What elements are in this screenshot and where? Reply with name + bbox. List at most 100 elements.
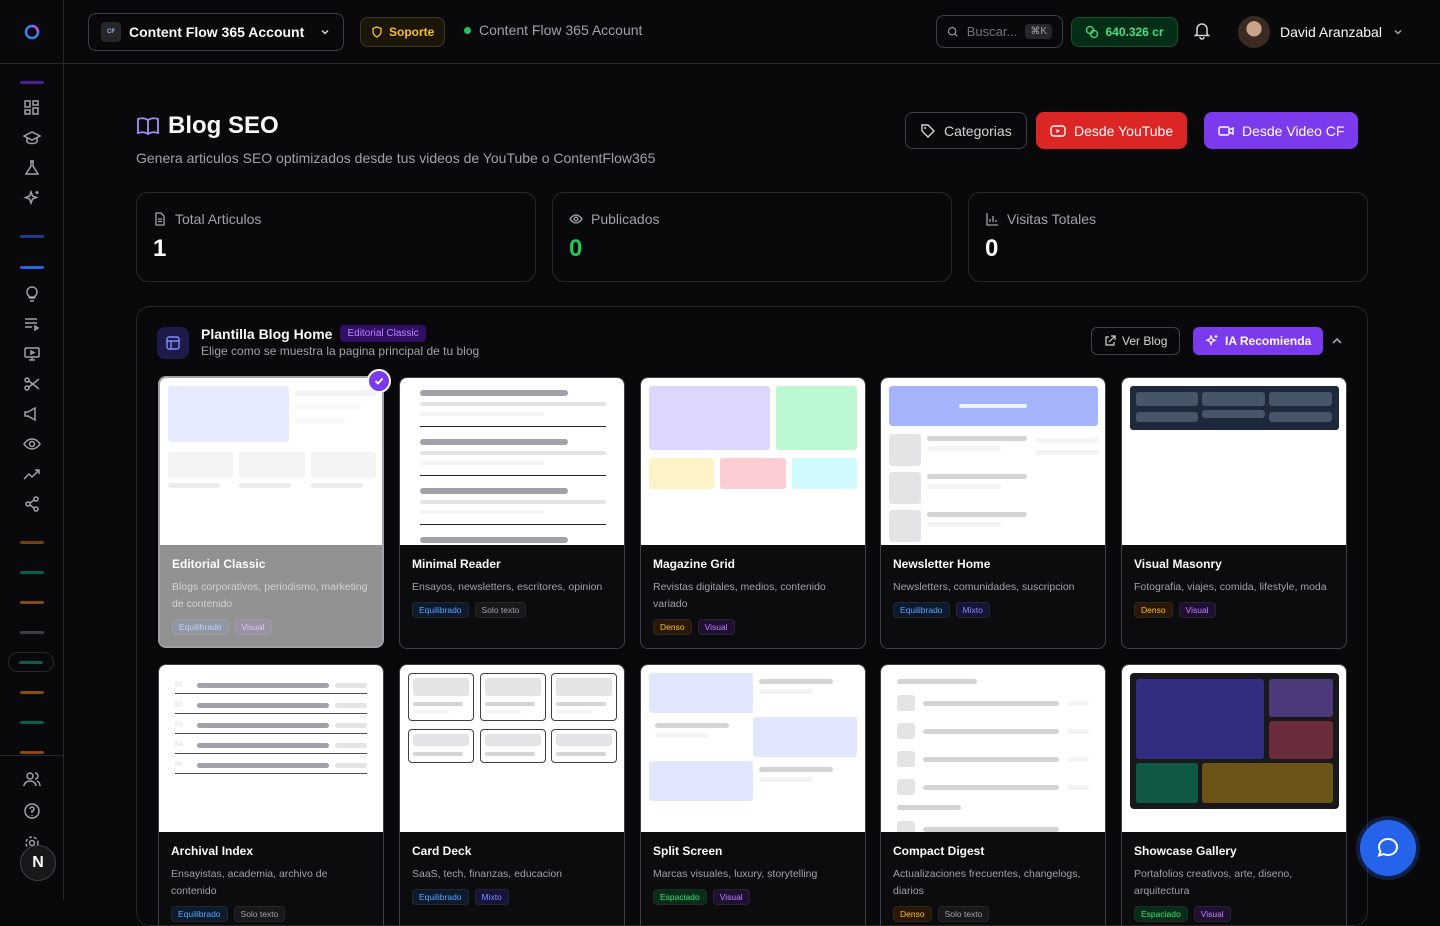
tag: Denso — [1134, 602, 1173, 618]
user-name: David Aranzabal — [1280, 24, 1382, 40]
template-card-card-deck[interactable]: Card Deck SaaS, tech, finanzas, educacio… — [399, 664, 625, 925]
template-preview — [1122, 378, 1346, 545]
template-preview — [1122, 665, 1346, 832]
template-panel: Plantilla Blog Home Editorial Classic El… — [136, 306, 1368, 926]
ai-recommend-label: IA Recomienda — [1225, 334, 1312, 348]
chevron-up-icon[interactable] — [1329, 333, 1345, 349]
avatar — [1238, 16, 1270, 48]
tag: Visual — [234, 619, 272, 635]
tag: Visual — [697, 619, 735, 635]
view-blog-button[interactable]: Ver Blog — [1091, 327, 1181, 355]
template-card-showcase-gallery[interactable]: Showcase Gallery Portafolios creativos, … — [1121, 664, 1347, 925]
scissors-icon[interactable] — [20, 372, 44, 396]
app-logo[interactable] — [0, 0, 64, 64]
chat-button[interactable] — [1360, 820, 1416, 876]
account-status: Content Flow 365 Account — [464, 22, 642, 38]
template-desc: Ensayistas, academia, archivo de conteni… — [171, 868, 328, 897]
flask-icon[interactable] — [20, 156, 44, 180]
tag: Equilibrado — [171, 906, 228, 922]
tag: Solo texto — [474, 602, 527, 618]
categories-label: Categorias — [944, 122, 1012, 139]
sidebar-divider — [20, 631, 44, 634]
template-preview — [881, 378, 1105, 545]
users-icon[interactable] — [20, 767, 44, 791]
stat-label: Publicados — [591, 211, 660, 227]
sidebar-divider — [20, 541, 44, 544]
account-switcher[interactable]: CF Content Flow 365 Account — [88, 13, 344, 51]
presentation-icon[interactable] — [20, 342, 44, 366]
page-title: Blog SEO — [168, 112, 279, 139]
template-name: Showcase Gallery — [1134, 844, 1237, 858]
coins-icon — [1086, 25, 1099, 39]
template-preview — [400, 378, 624, 545]
template-name: Archival Index — [171, 844, 254, 858]
eye-icon[interactable] — [20, 432, 44, 456]
current-template-badge: Editorial Classic — [340, 325, 426, 342]
template-card-compact-digest[interactable]: Compact Digest Actualizaciones frecuente… — [880, 664, 1106, 925]
search-icon — [947, 26, 958, 37]
template-card-magazine-grid[interactable]: Magazine Grid Revistas digitales, medios… — [640, 377, 866, 649]
account-name: Content Flow 365 Account — [129, 24, 305, 40]
template-name: Newsletter Home — [893, 557, 991, 571]
check-icon — [367, 369, 391, 393]
template-preview — [881, 665, 1105, 832]
ai-recommend-button[interactable]: IA Recomienda — [1193, 327, 1324, 355]
template-card-newsletter-home[interactable]: Newsletter Home Newsletters, comunidades… — [880, 377, 1106, 649]
nav-avatar-button[interactable]: N — [20, 845, 56, 881]
tag: Visual — [1178, 602, 1216, 618]
from-video-cf-label: Desde Video CF — [1242, 122, 1345, 139]
template-name: Editorial Classic — [172, 557, 266, 571]
eye-icon — [569, 214, 583, 224]
template-name: Card Deck — [412, 844, 472, 858]
page-subtitle: Genera articulos SEO optimizados desde t… — [136, 150, 656, 166]
tag-icon — [921, 123, 935, 138]
tag: Equilibrado — [172, 619, 229, 635]
template-card-minimal-reader[interactable]: Minimal Reader Ensayos, newsletters, esc… — [399, 377, 625, 649]
sidebar-divider — [20, 691, 44, 694]
credits-badge[interactable]: 640.326 cr — [1071, 17, 1178, 47]
graduation-cap-icon[interactable] — [20, 126, 44, 150]
template-name: Magazine Grid — [653, 557, 736, 571]
tag: Visual — [712, 889, 750, 905]
template-card-visual-masonry[interactable]: Visual Masonry Fotografia, viajes, comid… — [1121, 377, 1347, 649]
tag: Mixto — [955, 602, 990, 618]
list-icon[interactable] — [20, 312, 44, 336]
panel-title-row: Plantilla Blog Home Editorial Classic — [201, 325, 426, 342]
tag: Espaciado — [1134, 906, 1188, 922]
lightbulb-icon[interactable] — [20, 282, 44, 306]
template-preview — [400, 665, 624, 832]
panel-title: Plantilla Blog Home — [201, 325, 333, 342]
categories-button[interactable]: Categorias — [905, 112, 1027, 149]
sidebar-separator — [0, 755, 64, 756]
template-card-archival-index[interactable]: 01 02 03 04 05 Archival Index Ensayistas… — [158, 664, 384, 925]
shield-icon — [372, 26, 382, 38]
account-logo: CF — [101, 22, 121, 42]
index-number: 01 — [175, 681, 183, 688]
sidebar: N — [0, 0, 64, 900]
search-shortcut: ⌘K — [1025, 24, 1052, 39]
sidebar-pill[interactable] — [8, 652, 54, 672]
template-card-editorial-classic[interactable]: Editorial Classic Blogs corporativos, pe… — [158, 376, 384, 648]
from-video-cf-button[interactable]: Desde Video CF — [1204, 112, 1359, 149]
sparkles-icon[interactable] — [20, 186, 44, 210]
sidebar-divider — [20, 751, 44, 754]
tag: Denso — [653, 619, 692, 635]
share-icon[interactable] — [20, 492, 44, 516]
template-preview — [641, 665, 865, 832]
sidebar-divider — [20, 235, 44, 238]
user-menu[interactable]: David Aranzabal — [1238, 16, 1404, 48]
notifications-bell-icon[interactable] — [1192, 20, 1216, 44]
dashboard-icon[interactable] — [20, 96, 44, 120]
from-youtube-button[interactable]: Desde YouTube — [1036, 112, 1188, 149]
search-input[interactable]: Buscar... ⌘K — [936, 15, 1063, 48]
file-text-icon — [155, 212, 165, 226]
support-button[interactable]: Soporte — [360, 17, 446, 47]
stat-label: Visitas Totales — [1007, 211, 1096, 227]
stat-value: 0 — [569, 235, 583, 262]
trending-up-icon[interactable] — [20, 462, 44, 486]
template-card-split-screen[interactable]: Split Screen Marcas visuales, luxury, st… — [640, 664, 866, 925]
megaphone-icon[interactable] — [20, 402, 44, 426]
help-icon[interactable] — [20, 799, 44, 823]
bar-chart-icon — [986, 213, 998, 226]
stat-value: 0 — [985, 235, 999, 262]
